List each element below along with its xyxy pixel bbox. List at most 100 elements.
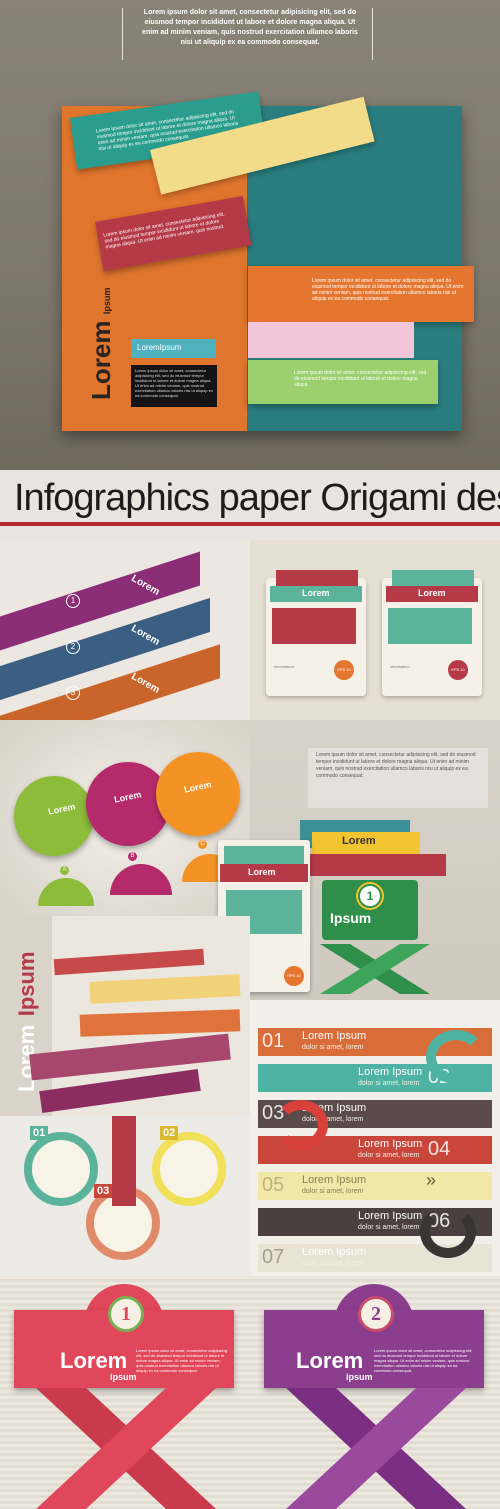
small-card-top (224, 846, 304, 864)
list-item-sub: dolor si amet, lorem (358, 1224, 420, 1231)
black-box: Lorem ipsum dolor sit amet, consectetur … (131, 365, 217, 407)
list-item-sub: dolor si amet, lorem (302, 1188, 364, 1195)
list-item: 05 Lorem Ipsum dolor si amet, lorem (258, 1172, 492, 1200)
list-item-title: Lorem Ipsum (302, 1030, 367, 1042)
circle-c-word: Lorem (183, 779, 213, 795)
rings-panel: 01 02 03 (0, 1116, 250, 1276)
list-panel: 01 Lorem Ipsum dolor si amet, lorem 02 Lorem… (250, 1000, 500, 1276)
black-box-text: Lorem ipsum dolor sit amet, consectetur … (135, 368, 213, 398)
letter-a: A (60, 866, 69, 875)
small-card-title: Lorem (248, 867, 276, 877)
strip-green-text: Lorem ipsum dolor sit amet, consectetur … (294, 370, 427, 388)
title-band: Infographics paper Origami design 93 (0, 470, 500, 540)
strip-green: Lorem ipsum dolor sit amet, consectetur … (248, 360, 438, 404)
card-1-body (272, 608, 356, 644)
side-second: Ipsum (14, 951, 39, 1017)
label-box-text: LoremIpsum (137, 343, 182, 352)
bottom-1-legs (36, 1388, 216, 1509)
circle-b-word: Lorem (113, 789, 143, 805)
note-box: Lorem ipsum dolor sit amet, consectetur … (308, 748, 488, 808)
list-item-sub: dolor si amet, lorem (302, 1260, 364, 1267)
page-title: Infographics paper Origami design 93 (14, 477, 500, 519)
fold-4 (29, 1033, 231, 1081)
card-1-info: information (274, 664, 294, 669)
tag-num: 1 (358, 884, 382, 908)
ring-1 (24, 1132, 98, 1206)
list-item-title: Lorem Ipsum (358, 1066, 423, 1078)
list-item-sub: dolor si amet, lorem (358, 1152, 420, 1159)
card-2-info: information (390, 664, 410, 669)
strip-crimson-text: Lorem ipsum dolor sit amet, consectetur … (102, 211, 226, 251)
list-item-num: 04 (428, 1138, 451, 1160)
card-2-body (388, 608, 472, 644)
bottom-2-legs (286, 1388, 466, 1509)
strip-orange-text: Lorem ipsum dolor sit amet, consectetur … (312, 278, 464, 302)
double-chevron-icon: » (426, 1170, 437, 1190)
divider-left (122, 8, 123, 60)
list-item-sub: dolor si amet, lorem (302, 1044, 364, 1051)
bottom-2-num: 2 (358, 1296, 394, 1332)
tag-yellow-bar: Lorem (312, 832, 420, 854)
tag-sub: Ipsum (330, 910, 372, 926)
divider-right (372, 8, 373, 60)
dark-curl (420, 1206, 476, 1258)
tag-legs (310, 944, 440, 994)
circle-c: Lorem (156, 752, 240, 836)
brand-vertical: Lorem Ipsum (86, 288, 117, 400)
fold-1 (53, 948, 205, 976)
ring-2 (152, 1132, 226, 1206)
ribbons-panel: 1 2 3 Lorem Lorem Lorem (0, 540, 250, 720)
list-item-title: Lorem Ipsum (302, 1246, 367, 1258)
label-box: LoremIpsum (131, 339, 216, 358)
tag-crimson-bar (310, 854, 446, 876)
strip-orange: Lorem ipsum dolor sit amet, consectetur … (248, 266, 474, 322)
letter-b: B (128, 852, 137, 861)
letter-c: C (198, 840, 207, 849)
list-item-title: Lorem Ipsum (358, 1138, 423, 1150)
red-curl (274, 1100, 328, 1150)
half-a (38, 878, 94, 906)
ribbon-num-1: 1 (66, 594, 80, 608)
bottom-panel-1: Lorem ipsum Lorem ipsum dolor sit amet, … (0, 1276, 250, 1509)
bottom-2-text: Lorem ipsum dolor sit amet, consectetur … (374, 1348, 473, 1373)
bottom-1-text: Lorem ipsum dolor sit amet, consectetur … (136, 1348, 227, 1373)
bottom-panel-2: Lorem ipsum Lorem ipsum dolor sit amet, … (250, 1276, 500, 1509)
card-2-eps: EPS 10 (448, 660, 468, 680)
card-1-eps: EPS 10 (334, 660, 354, 680)
note-text: Lorem ipsum dolor sit amet, consectetur … (316, 752, 476, 779)
list-item-num: 05 (262, 1174, 285, 1196)
title-stripe (0, 522, 500, 526)
half-b (110, 864, 172, 895)
top-poster: Lorem ipsum dolor sit amet, consectetur … (0, 0, 500, 470)
circles-panel: Lorem Lorem Lorem A B C (0, 720, 250, 920)
list-item-num: 01 (262, 1030, 285, 1052)
list-item-title: Lorem Ipsum (358, 1210, 423, 1222)
ribbon-num-2: 2 (66, 640, 80, 654)
small-card-banner: Lorem (220, 864, 308, 882)
card-2-banner: Lorem (386, 586, 478, 602)
list-item-title: Lorem Ipsum (302, 1174, 367, 1186)
ring-label-1: 01 (30, 1126, 49, 1140)
tag-green-box: 1 Ipsum (322, 880, 418, 940)
bottom-1-small: ipsum (110, 1372, 137, 1382)
teal-curl (426, 1030, 486, 1084)
small-card-eps: EPS 10 (284, 966, 304, 986)
bottom-2-big: Lorem (296, 1348, 364, 1373)
fold-3 (79, 1009, 241, 1037)
bottom-1-num: 1 (108, 1296, 144, 1332)
list-item-sub: dolor si amet, lorem (358, 1080, 420, 1087)
folds-panel: Lorem Ipsum (0, 916, 250, 1116)
card-2-title: Lorem (418, 588, 446, 598)
card-1-title: Lorem (302, 588, 330, 598)
ring-stem (112, 1116, 136, 1206)
cards-panel: Lorem information EPS 10 Lorem informati… (250, 540, 500, 720)
ribbon-num-3: 3 (66, 686, 80, 700)
intro-text: Lorem ipsum dolor sit amet, consectetur … (142, 9, 358, 46)
bottom-1-big: Lorem (60, 1348, 128, 1373)
circle-a: Lorem (14, 776, 94, 856)
ring-label-3: 03 (94, 1184, 113, 1198)
brand-big: Lorem (86, 320, 116, 400)
card-1-banner: Lorem (270, 586, 362, 602)
bottom-2-small: ipsum (346, 1372, 373, 1382)
ring-label-2: 02 (160, 1126, 179, 1140)
